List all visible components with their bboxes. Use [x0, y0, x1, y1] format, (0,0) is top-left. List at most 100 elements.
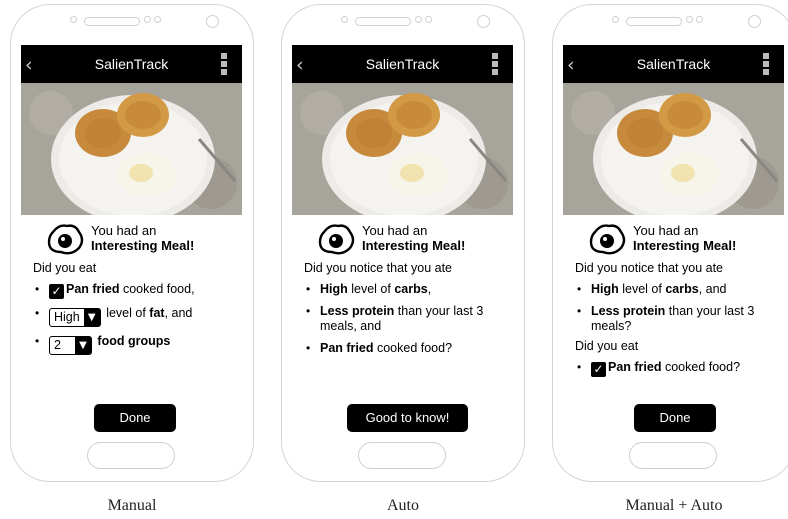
caption-manual-auto: Manual + Auto [625, 497, 723, 514]
list-item: 2▼ food groups [33, 334, 242, 355]
item-bold: Less protein [591, 304, 666, 318]
headline-line2: Interesting Meal! [91, 238, 195, 253]
sensor-dot [612, 16, 619, 23]
item-bold: High [320, 282, 348, 296]
item-bold: carbs [665, 282, 699, 296]
overflow-menu-icon[interactable] [221, 53, 227, 75]
app-bar: ‹ SalienTrack [21, 45, 242, 83]
speaker-slot [84, 17, 140, 26]
sensor-dot [70, 16, 77, 23]
sensor-dot [686, 16, 693, 23]
headline-line2: Interesting Meal! [362, 238, 466, 253]
phone-manual: ‹ SalienTrack You had an Interesting Mea… [10, 4, 254, 482]
list-item: High level of carbs, and [575, 282, 784, 297]
item-text: cooked food, [119, 282, 195, 296]
food-groups-select[interactable]: 2▼ [49, 336, 92, 355]
app-bar: ‹ SalienTrack [563, 45, 784, 83]
speaker-slot [355, 17, 411, 26]
select-value: 2 [54, 338, 61, 352]
item-bold: carbs [394, 282, 428, 296]
item-text: , and [164, 306, 193, 320]
overflow-menu-icon[interactable] [763, 53, 769, 75]
headline-text: You had an Interesting Meal! [633, 223, 736, 253]
prompt-body: Did you notice that you ate High level o… [292, 261, 513, 356]
item-text: , [427, 282, 432, 296]
screen: ‹ SalienTrack You had an Interesting Mea… [563, 45, 784, 444]
list-item: Less protein than your last 3 meals, and [304, 304, 513, 334]
sensor-dot [696, 16, 703, 23]
list-item: Pan fried cooked food? [304, 341, 513, 356]
caption-manual: Manual [107, 497, 157, 514]
item-text: level of [618, 282, 666, 296]
item-text: , and [698, 282, 727, 296]
fried-egg-icon [589, 224, 626, 255]
phone-manual-auto: ‹ SalienTrack You had an Interesting Mea… [552, 4, 788, 482]
prompt-body: Did you notice that you ate High level o… [563, 261, 784, 377]
item-text: level of [102, 306, 150, 320]
checkbox-checked-icon[interactable]: ✓ [591, 362, 606, 377]
headline-line1: You had an [362, 223, 428, 238]
item-text: cooked food? [373, 341, 453, 355]
home-button[interactable] [87, 442, 175, 469]
screen: ‹ SalienTrack You had an Interesting Mea… [21, 45, 242, 444]
question: Did you notice that you ate [304, 261, 453, 275]
sensor-dot [154, 16, 161, 23]
question: Did you notice that you ate [575, 261, 724, 275]
item-text: level of [347, 282, 395, 296]
item-list: ✓Pan fried cooked food, High▼ level of f… [33, 282, 242, 355]
speaker-slot [626, 17, 682, 26]
headline-line1: You had an [633, 223, 699, 238]
app-bar: ‹ SalienTrack [292, 45, 513, 83]
meal-photo [563, 83, 784, 215]
headline: You had an Interesting Meal! [563, 215, 784, 261]
home-button[interactable] [358, 442, 446, 469]
overflow-menu-icon[interactable] [492, 53, 498, 75]
headline: You had an Interesting Meal! [21, 215, 242, 261]
item-bold: fat [149, 306, 165, 320]
item-bold: High [591, 282, 619, 296]
caption-auto: Auto [387, 497, 419, 514]
level-select[interactable]: High▼ [49, 308, 101, 327]
front-camera [206, 15, 219, 28]
item-bold: Less protein [320, 304, 395, 318]
dropdown-arrow-icon[interactable]: ▼ [74, 337, 91, 354]
item-bold: food groups [93, 334, 171, 348]
sensor-dot [341, 16, 348, 23]
item-list-2: ✓Pan fried cooked food? [575, 360, 784, 377]
question-2: Did you eat [575, 339, 639, 353]
front-camera [477, 15, 490, 28]
checkbox-checked-icon[interactable]: ✓ [49, 284, 64, 299]
meal-photo [21, 83, 242, 215]
list-item: ✓Pan fried cooked food? [575, 360, 784, 377]
app-title: SalienTrack [636, 56, 711, 72]
headline-line1: You had an [91, 223, 157, 238]
sensor-dot [425, 16, 432, 23]
home-button[interactable] [629, 442, 717, 469]
done-button[interactable]: Done [634, 404, 716, 432]
app-title: SalienTrack [365, 56, 440, 72]
headline-text: You had an Interesting Meal! [91, 223, 194, 253]
screen: ‹ SalienTrack You had an Interesting Mea… [292, 45, 513, 444]
headline: You had an Interesting Meal! [292, 215, 513, 261]
fried-egg-icon [47, 224, 84, 255]
done-button[interactable]: Done [94, 404, 176, 432]
sensor-dot [415, 16, 422, 23]
item-bold: Pan fried [320, 341, 374, 355]
list-item: ✓Pan fried cooked food, [33, 282, 242, 299]
phone-auto: ‹ SalienTrack You had an Interesting Mea… [281, 4, 525, 482]
meal-photo [292, 83, 513, 215]
headline-text: You had an Interesting Meal! [362, 223, 465, 253]
list-item: High▼ level of fat, and [33, 306, 242, 327]
item-bold: Pan fried [66, 282, 120, 296]
item-list: High level of carbs, and Less protein th… [575, 282, 784, 334]
list-item: Less protein than your last 3 meals? [575, 304, 784, 334]
question: Did you eat [33, 261, 97, 275]
good-to-know-button[interactable]: Good to know! [347, 404, 468, 432]
headline-line2: Interesting Meal! [633, 238, 737, 253]
app-title: SalienTrack [94, 56, 169, 72]
select-value: High [54, 310, 80, 324]
front-camera [748, 15, 761, 28]
sensor-dot [144, 16, 151, 23]
dropdown-arrow-icon[interactable]: ▼ [83, 309, 100, 326]
item-list: High level of carbs, Less protein than y… [304, 282, 513, 356]
